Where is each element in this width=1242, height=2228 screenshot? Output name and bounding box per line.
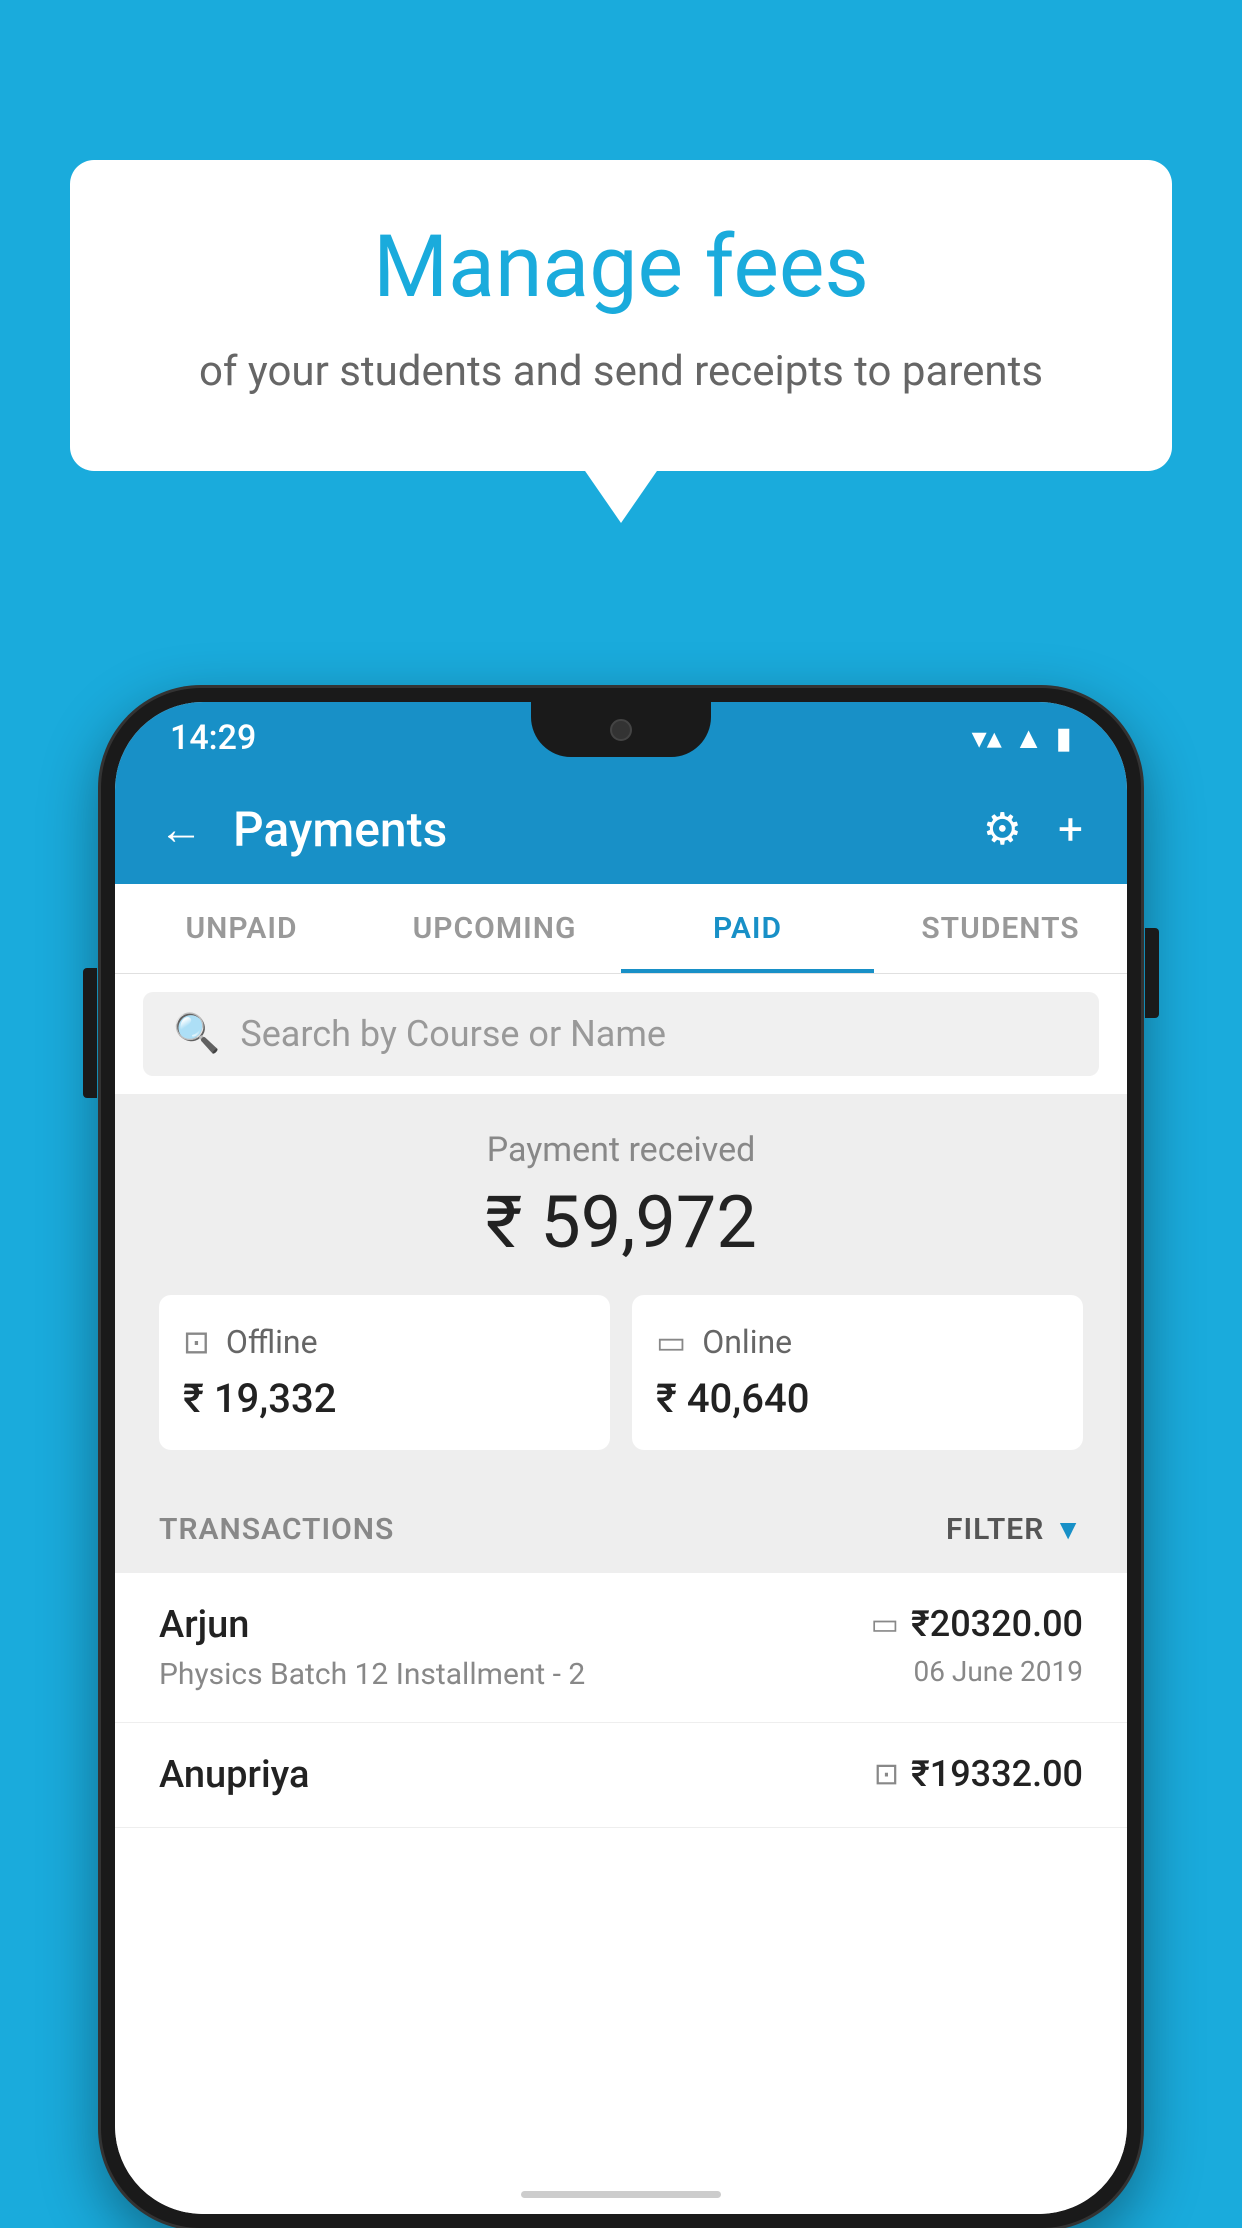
filter-button[interactable]: FILTER ▼ (946, 1512, 1083, 1547)
search-container: 🔍 Search by Course or Name (115, 974, 1127, 1094)
transaction-desc: Physics Batch 12 Installment - 2 (159, 1657, 585, 1692)
header-title: Payments (233, 801, 983, 858)
back-button[interactable]: ← (159, 803, 203, 855)
transaction-right: ⊡ ₹19332.00 (874, 1753, 1083, 1795)
online-card: ▭ Online ₹ 40,640 (632, 1295, 1083, 1450)
transaction-name: Arjun (159, 1603, 585, 1647)
transaction-amount-row: ▭ ₹20320.00 (871, 1603, 1083, 1645)
tab-unpaid[interactable]: UNPAID (115, 884, 368, 973)
tab-upcoming[interactable]: UPCOMING (368, 884, 621, 973)
status-bar: 14:29 ▾▴ ▲ ▮ (115, 702, 1127, 774)
transaction-name: Anupriya (159, 1753, 309, 1797)
status-time: 14:29 (170, 718, 256, 758)
transaction-date: 06 June 2019 (913, 1655, 1083, 1688)
transaction-left: Arjun Physics Batch 12 Installment - 2 (159, 1603, 585, 1692)
offline-icon: ⊡ (183, 1323, 210, 1361)
online-icon: ▭ (656, 1323, 686, 1361)
offline-payment-icon: ⊡ (874, 1757, 899, 1792)
offline-amount: ₹ 19,332 (183, 1375, 336, 1422)
bubble-subtitle: of your students and send receipts to pa… (150, 343, 1092, 402)
offline-card: ⊡ Offline ₹ 19,332 (159, 1295, 610, 1450)
transaction-left: Anupriya (159, 1753, 309, 1797)
add-icon[interactable]: + (1058, 803, 1083, 855)
home-bar (521, 2191, 721, 2198)
table-row[interactable]: Arjun Physics Batch 12 Installment - 2 ▭… (115, 1573, 1127, 1723)
home-indicator (115, 2174, 1127, 2214)
transaction-amount-row: ⊡ ₹19332.00 (874, 1753, 1083, 1795)
payment-summary: Payment received ₹ 59,972 ⊡ Offline ₹ 19… (115, 1094, 1127, 1486)
camera-dot (610, 719, 632, 741)
filter-icon: ▼ (1054, 1513, 1083, 1546)
wifi-icon: ▾▴ (972, 721, 1002, 756)
online-payment-icon: ▭ (871, 1607, 899, 1642)
bubble-title: Manage fees (150, 220, 1092, 315)
tabs-bar: UNPAID UPCOMING PAID STUDENTS (115, 884, 1127, 974)
battery-icon: ▮ (1055, 721, 1072, 756)
transaction-amount: ₹20320.00 (911, 1603, 1083, 1645)
transaction-right: ▭ ₹20320.00 06 June 2019 (871, 1603, 1083, 1688)
status-icons: ▾▴ ▲ ▮ (972, 721, 1072, 756)
speech-bubble: Manage fees of your students and send re… (70, 160, 1172, 471)
table-row[interactable]: Anupriya ⊡ ₹19332.00 (115, 1723, 1127, 1828)
phone-screen: 14:29 ▾▴ ▲ ▮ ← Payments ⚙ + UNPAID (115, 702, 1127, 2214)
payment-label: Payment received (159, 1130, 1083, 1170)
payment-amount: ₹ 59,972 (159, 1180, 1083, 1265)
phone-frame: 14:29 ▾▴ ▲ ▮ ← Payments ⚙ + UNPAID (101, 688, 1141, 2228)
notch (531, 702, 711, 757)
filter-label: FILTER (946, 1512, 1044, 1547)
payment-cards: ⊡ Offline ₹ 19,332 ▭ Online ₹ 40,640 (159, 1295, 1083, 1450)
transactions-header: TRANSACTIONS FILTER ▼ (115, 1486, 1127, 1573)
online-amount: ₹ 40,640 (656, 1375, 809, 1422)
offline-label: Offline (226, 1323, 318, 1361)
transactions-list: Arjun Physics Batch 12 Installment - 2 ▭… (115, 1573, 1127, 2174)
offline-card-header: ⊡ Offline (183, 1323, 318, 1361)
settings-icon[interactable]: ⚙ (983, 803, 1022, 855)
search-input[interactable]: Search by Course or Name (240, 1013, 666, 1055)
search-icon: 🔍 (173, 1012, 220, 1056)
transactions-label: TRANSACTIONS (159, 1512, 394, 1547)
tab-students[interactable]: STUDENTS (874, 884, 1127, 973)
header-icons: ⚙ + (983, 803, 1083, 855)
online-label: Online (702, 1323, 792, 1361)
app-header: ← Payments ⚙ + (115, 774, 1127, 884)
speech-bubble-container: Manage fees of your students and send re… (70, 160, 1172, 471)
tab-paid[interactable]: PAID (621, 884, 874, 973)
search-bar[interactable]: 🔍 Search by Course or Name (143, 992, 1099, 1076)
online-card-header: ▭ Online (656, 1323, 792, 1361)
transaction-amount: ₹19332.00 (911, 1753, 1083, 1795)
signal-icon: ▲ (1014, 721, 1044, 756)
